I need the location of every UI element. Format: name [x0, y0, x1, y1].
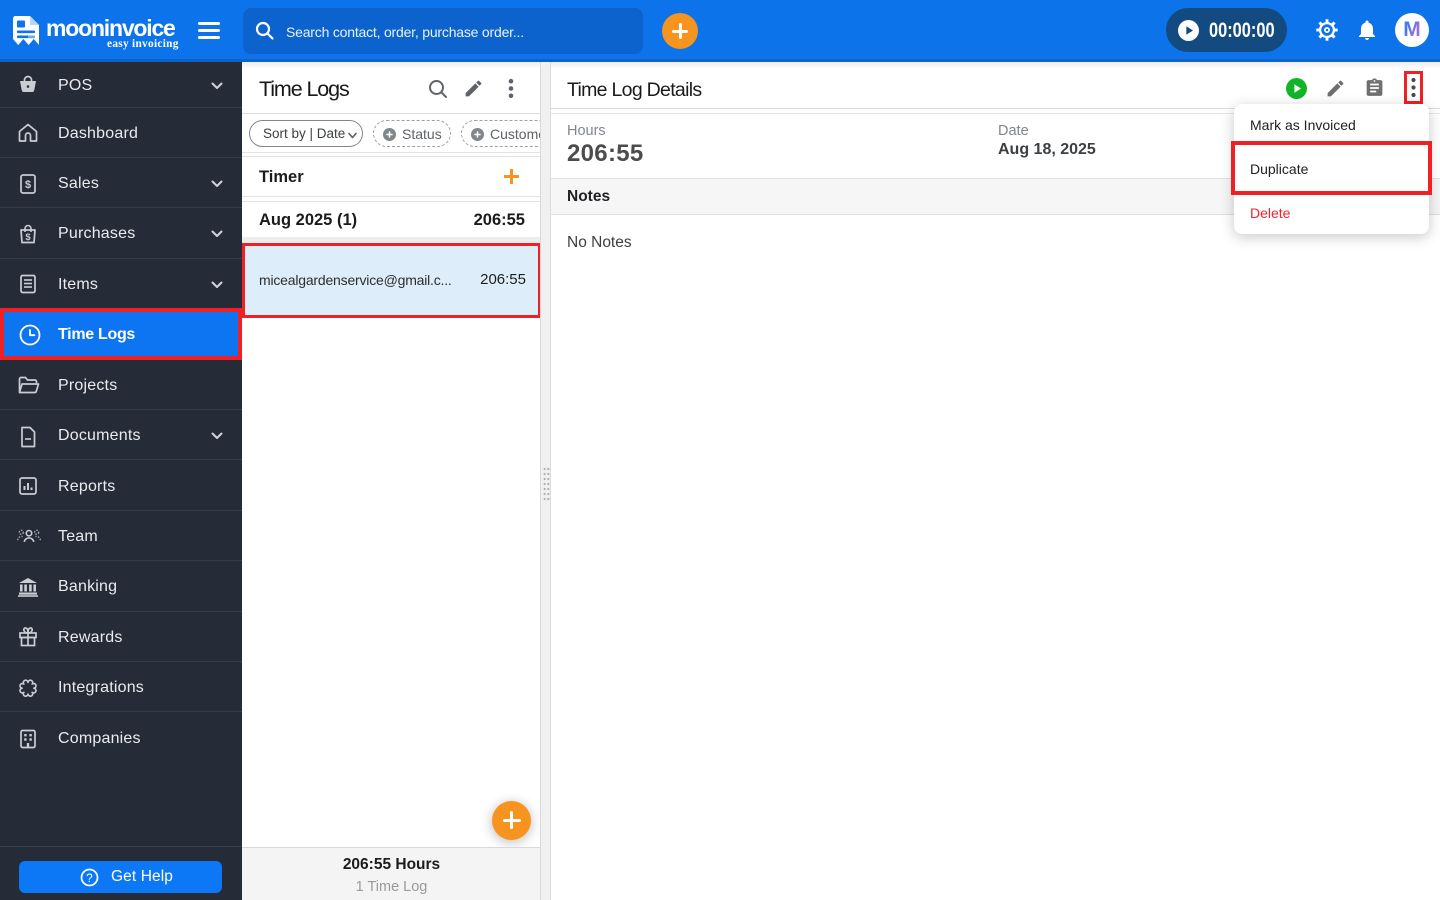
svg-text:$: $ [25, 179, 31, 191]
svg-text:?: ? [86, 873, 92, 885]
svg-text:$: $ [25, 232, 31, 243]
